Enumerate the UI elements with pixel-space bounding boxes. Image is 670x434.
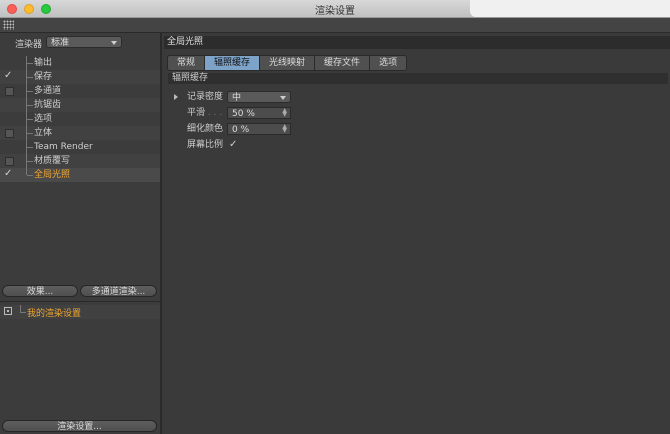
checkbox[interactable]: [5, 87, 14, 96]
render-settings-button[interactable]: 渲染设置...: [2, 420, 157, 432]
renderer-row: 渲染器 标准: [0, 33, 160, 53]
sidebar: 渲染器 标准 输出 ✓ 保存 多通道 抗锯齿 选项 立体 Team Render…: [0, 33, 162, 434]
checkbox[interactable]: [5, 157, 14, 166]
divider: [0, 301, 160, 302]
tree-connector: [26, 140, 33, 154]
tree-item-label: 材质覆写: [34, 156, 71, 166]
expand-toggle-icon[interactable]: [4, 307, 12, 315]
prop-record-density: 记录密度 中: [168, 90, 468, 104]
prop-label: 屏幕比例: [187, 140, 224, 150]
tree-item-label: 全局光照: [34, 170, 71, 180]
chevron-down-icon: [280, 96, 286, 100]
renderer-value: 标准: [51, 38, 70, 48]
tree-connector: [26, 70, 33, 84]
title-bar-blank-area: [470, 0, 670, 17]
tree-item-label: 立体: [34, 128, 53, 138]
tab-bar: 常规 辐照缓存 光线映射 缓存文件 选项: [167, 55, 408, 71]
effects-button[interactable]: 效果...: [2, 285, 78, 297]
tree-connector: [26, 84, 33, 98]
tree-item-label: 保存: [34, 72, 53, 82]
tab-general[interactable]: 常规: [168, 56, 206, 70]
render-settings-item[interactable]: 我的渲染设置: [0, 305, 160, 319]
checkmark-icon[interactable]: ✓: [229, 138, 237, 152]
tab-options[interactable]: 选项: [370, 56, 407, 70]
prop-label: 细化颜色: [187, 124, 224, 134]
prop-label-text: 平滑: [187, 108, 206, 118]
tree-connector: [26, 126, 33, 140]
render-settings-item-label: 我的渲染设置: [27, 309, 82, 319]
record-density-select[interactable]: 中: [227, 91, 291, 103]
smooth-input[interactable]: 50 % ▲ ▼: [227, 107, 291, 119]
tree-item-label: 抗锯齿: [34, 100, 62, 110]
prop-detail-color: 细化颜色 0 % ▲ ▼: [168, 122, 468, 136]
detail-color-value: 0 %: [232, 125, 250, 135]
prop-screen-scale: 屏幕比例 ✓: [168, 138, 468, 152]
checkbox[interactable]: [5, 129, 14, 138]
prop-smooth: 平滑 . . . 50 % ▲ ▼: [168, 106, 468, 120]
title-bar: 渲染设置: [0, 0, 670, 18]
tree-connector: [26, 168, 33, 176]
tree-item-multipass[interactable]: 多通道: [0, 84, 160, 98]
prop-label: 记录密度: [187, 92, 224, 102]
renderer-select[interactable]: 标准: [46, 36, 122, 48]
prop-label: 平滑 . . .: [187, 106, 222, 120]
tab-light-mapping[interactable]: 光线映射: [260, 56, 316, 70]
tree-item-label: 多通道: [34, 86, 62, 96]
expand-arrow-icon[interactable]: [174, 94, 178, 100]
section-title: 全局光照: [164, 36, 670, 49]
renderer-label: 渲染器: [15, 40, 43, 50]
detail-color-input[interactable]: 0 % ▲ ▼: [227, 123, 291, 135]
tree-item-output[interactable]: 输出: [0, 56, 160, 70]
tree-item-label: 输出: [34, 58, 53, 68]
tree-item-material-override[interactable]: 材质覆写: [0, 154, 160, 168]
tree-item-options[interactable]: 选项: [0, 112, 160, 126]
main-panel: 全局光照 常规 辐照缓存 光线映射 缓存文件 选项 辐照缓存 记录密度 中 平滑…: [162, 33, 670, 434]
smooth-value: 50 %: [232, 109, 255, 119]
tab-cache-files[interactable]: 缓存文件: [315, 56, 371, 70]
toolbar: [0, 18, 670, 33]
tree-connector: [26, 98, 33, 112]
tree-connector: [26, 112, 33, 126]
tree-item-antialiasing[interactable]: 抗锯齿: [0, 98, 160, 112]
spinner-icon[interactable]: ▲ ▼: [282, 124, 287, 134]
record-density-value: 中: [232, 93, 242, 103]
tree-item-label: 选项: [34, 114, 53, 124]
grip-icon[interactable]: [3, 20, 14, 30]
settings-tree: 输出 ✓ 保存 多通道 抗锯齿 选项 立体 Team Render 材质覆写 ✓…: [0, 56, 160, 182]
tree-item-global-illumination[interactable]: ✓ 全局光照: [0, 168, 160, 182]
prop-label-dots: . . .: [207, 108, 223, 118]
tree-item-stereo[interactable]: 立体: [0, 126, 160, 140]
chevron-down-icon: [111, 41, 117, 45]
checkmark-icon[interactable]: ✓: [4, 69, 12, 83]
tab-irradiance-cache[interactable]: 辐照缓存: [205, 56, 261, 70]
tree-connector: [26, 56, 33, 70]
spinner-icon[interactable]: ▲ ▼: [282, 108, 287, 118]
group-header: 辐照缓存: [168, 73, 668, 84]
checkmark-icon[interactable]: ✓: [4, 167, 12, 181]
multipass-render-button[interactable]: 多通道渲染...: [80, 285, 157, 297]
tree-item-label: Team Render: [34, 142, 93, 152]
tree-connector: [26, 154, 33, 168]
tree-connector: [20, 305, 26, 313]
tree-item-team-render[interactable]: Team Render: [0, 140, 160, 154]
tree-item-save[interactable]: ✓ 保存: [0, 70, 160, 84]
